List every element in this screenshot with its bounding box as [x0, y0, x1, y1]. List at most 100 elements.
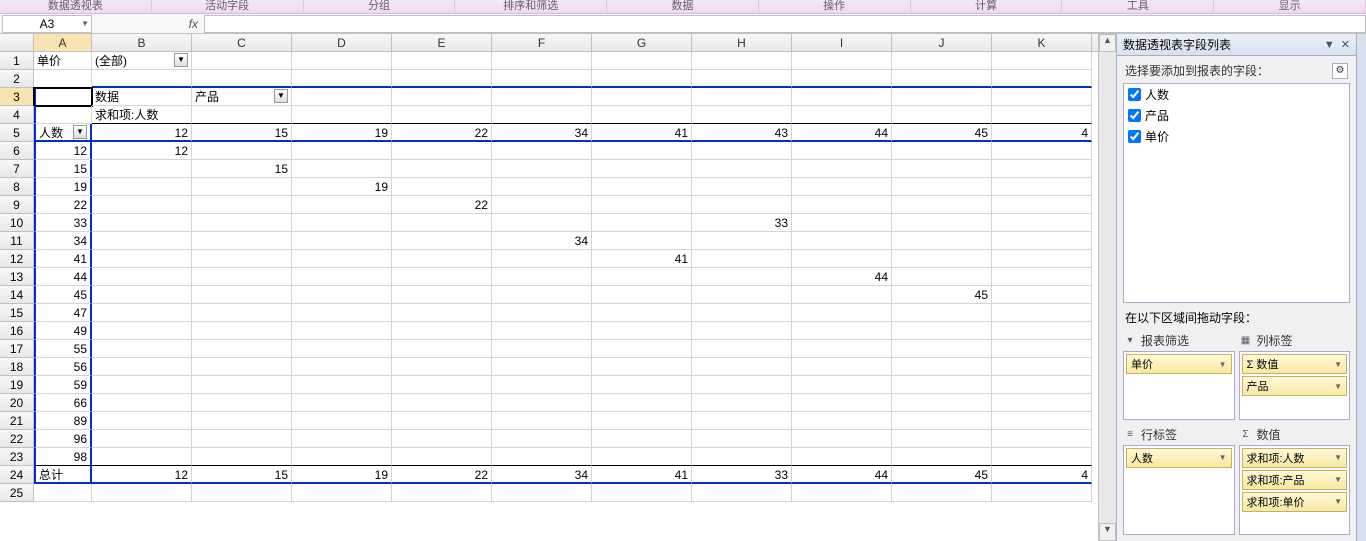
cell[interactable]: 41: [592, 124, 692, 142]
cell[interactable]: [992, 178, 1092, 196]
cell[interactable]: [892, 394, 992, 412]
cell[interactable]: 单价: [34, 52, 92, 70]
cell[interactable]: [92, 340, 192, 358]
cell[interactable]: [992, 196, 1092, 214]
cell[interactable]: 22: [392, 466, 492, 484]
cell[interactable]: 49: [34, 322, 92, 340]
cell[interactable]: [892, 106, 992, 124]
cell[interactable]: [392, 232, 492, 250]
cell[interactable]: 45: [892, 466, 992, 484]
cell[interactable]: [192, 214, 292, 232]
cell[interactable]: 45: [34, 286, 92, 304]
cell[interactable]: [592, 304, 692, 322]
cell[interactable]: 22: [34, 196, 92, 214]
cell[interactable]: [492, 250, 592, 268]
cell[interactable]: [692, 358, 792, 376]
cell[interactable]: [492, 412, 592, 430]
cell[interactable]: [692, 430, 792, 448]
cell[interactable]: [92, 214, 192, 232]
cell[interactable]: 45: [892, 286, 992, 304]
cell[interactable]: [692, 268, 792, 286]
pivot-area-rows-box[interactable]: 人数▼: [1123, 445, 1235, 536]
cell[interactable]: [892, 412, 992, 430]
row-header[interactable]: 8: [0, 178, 34, 196]
cell[interactable]: [92, 322, 192, 340]
cell[interactable]: [292, 106, 392, 124]
col-header-E[interactable]: E: [392, 34, 492, 51]
cell[interactable]: 12: [92, 466, 192, 484]
spreadsheet[interactable]: A B C D E F G H I J K 1 单价 (全部)▼: [0, 34, 1098, 541]
cell[interactable]: [992, 268, 1092, 286]
cell[interactable]: 数据: [92, 88, 192, 106]
cell[interactable]: 55: [34, 340, 92, 358]
cell[interactable]: [92, 160, 192, 178]
cell[interactable]: 34: [34, 232, 92, 250]
cell[interactable]: [392, 484, 492, 502]
cell[interactable]: 41: [34, 250, 92, 268]
row-header[interactable]: 20: [0, 394, 34, 412]
ribbon-tab[interactable]: 数据: [607, 0, 759, 14]
cell[interactable]: [292, 232, 392, 250]
row-header[interactable]: 4: [0, 106, 34, 124]
cell[interactable]: 41: [592, 250, 692, 268]
cell[interactable]: [792, 178, 892, 196]
cell[interactable]: 34: [492, 466, 592, 484]
cell[interactable]: [592, 142, 692, 160]
layout-options-icon[interactable]: ⚙: [1332, 63, 1348, 79]
col-header-J[interactable]: J: [892, 34, 992, 51]
row-header[interactable]: 5: [0, 124, 34, 142]
ribbon-tab[interactable]: 活动字段: [152, 0, 304, 14]
cell[interactable]: [192, 376, 292, 394]
cell[interactable]: [792, 304, 892, 322]
row-header[interactable]: 22: [0, 430, 34, 448]
cell[interactable]: 19: [292, 178, 392, 196]
cell[interactable]: [192, 52, 292, 70]
cell[interactable]: [192, 142, 292, 160]
cell[interactable]: 19: [292, 466, 392, 484]
chevron-down-icon[interactable]: ▼: [1324, 39, 1335, 51]
cell[interactable]: 人数▼: [34, 124, 92, 142]
cell[interactable]: [392, 250, 492, 268]
cell[interactable]: [192, 304, 292, 322]
pivot-chip[interactable]: 人数▼: [1126, 448, 1232, 468]
formula-input[interactable]: [204, 15, 1366, 33]
cell[interactable]: [392, 52, 492, 70]
cell[interactable]: [992, 70, 1092, 88]
cell[interactable]: [592, 196, 692, 214]
cell[interactable]: [692, 412, 792, 430]
cell[interactable]: [392, 106, 492, 124]
cell[interactable]: [892, 484, 992, 502]
cell[interactable]: 19: [292, 124, 392, 142]
fx-label[interactable]: fx: [94, 17, 204, 31]
cell[interactable]: 15: [192, 160, 292, 178]
row-header[interactable]: 12: [0, 250, 34, 268]
row-header[interactable]: 18: [0, 358, 34, 376]
row-header[interactable]: 11: [0, 232, 34, 250]
chevron-down-icon[interactable]: ▼: [1334, 360, 1342, 369]
cell[interactable]: [892, 448, 992, 466]
cell[interactable]: [892, 160, 992, 178]
vertical-scrollbar[interactable]: ▲ ▼: [1098, 34, 1116, 541]
cell[interactable]: [492, 106, 592, 124]
cell[interactable]: [292, 52, 392, 70]
chevron-down-icon[interactable]: ▼: [1334, 475, 1342, 484]
cell[interactable]: [292, 358, 392, 376]
cell[interactable]: [792, 286, 892, 304]
cell[interactable]: [392, 394, 492, 412]
row-header[interactable]: 16: [0, 322, 34, 340]
cell[interactable]: [892, 88, 992, 106]
cell[interactable]: [792, 106, 892, 124]
close-icon[interactable]: ✕: [1341, 38, 1350, 51]
cell[interactable]: [692, 322, 792, 340]
cell[interactable]: [192, 106, 292, 124]
cell[interactable]: [792, 52, 892, 70]
pivot-chip[interactable]: 求和项:产品▼: [1242, 470, 1348, 490]
row-header[interactable]: 21: [0, 412, 34, 430]
row-header[interactable]: 13: [0, 268, 34, 286]
cell[interactable]: [692, 304, 792, 322]
cell[interactable]: [692, 286, 792, 304]
row-header[interactable]: 3: [0, 88, 34, 106]
cell[interactable]: [492, 88, 592, 106]
cell[interactable]: [192, 340, 292, 358]
cell[interactable]: 4: [992, 466, 1092, 484]
